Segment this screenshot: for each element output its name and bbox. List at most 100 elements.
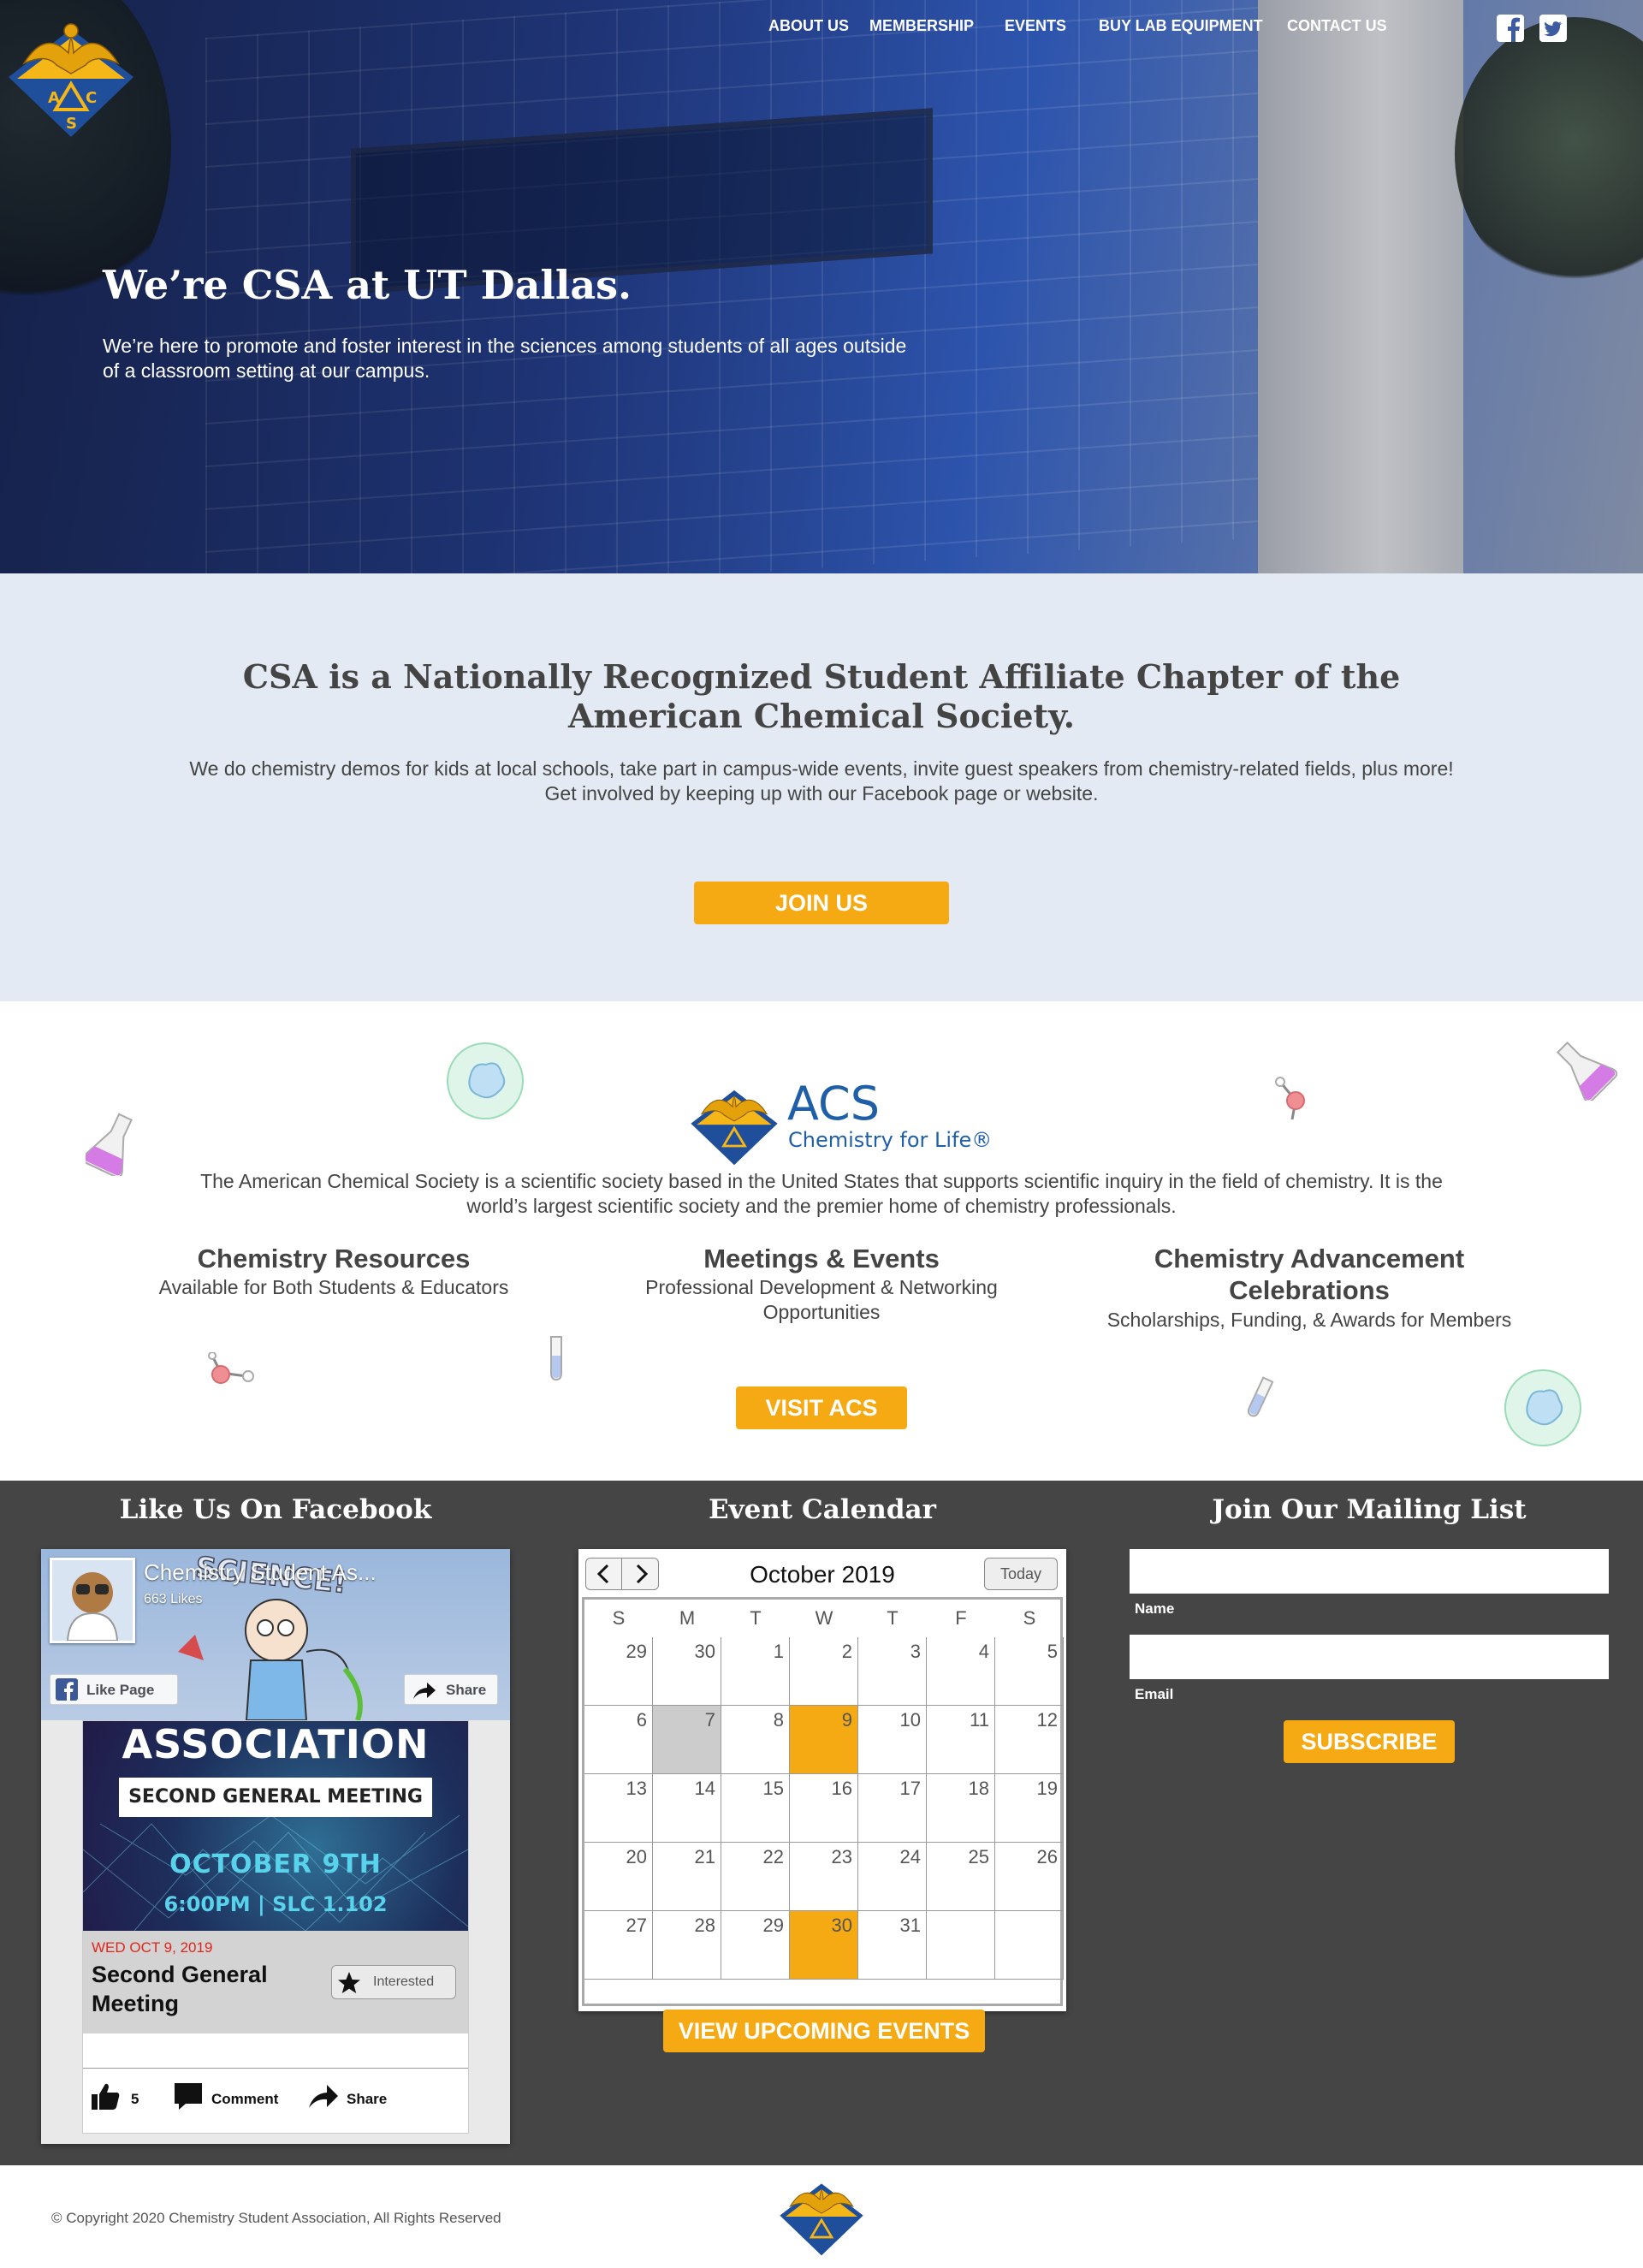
join-us-button[interactable]: JOIN US	[694, 882, 949, 924]
footer: © Copyright 2020 Chemistry Student Assoc…	[0, 2165, 1643, 2268]
facebook-post: ASSOCIATION SECOND GENERAL MEETING OCTOB…	[82, 1720, 469, 2134]
nav-membership[interactable]: MEMBERSHIP	[869, 17, 974, 35]
calendar-day[interactable]: 10	[858, 1706, 927, 1774]
calendar-month: October 2019	[750, 1561, 895, 1588]
test-tube-icon	[550, 1336, 562, 1381]
subscribe-button[interactable]: SUBSCRIBE	[1284, 1720, 1455, 1763]
facebook-page-likes: 663 Likes	[144, 1592, 203, 1606]
calendar-weekday: S	[612, 1607, 626, 1629]
calendar-weekday: T	[887, 1607, 899, 1629]
calendar-day[interactable]: 29	[721, 1911, 790, 1980]
calendar-day[interactable]: 1	[721, 1637, 790, 1706]
share-arrow-icon	[413, 1683, 436, 1699]
calendar-day[interactable]: 9	[790, 1706, 858, 1774]
facebook-icon	[56, 1678, 78, 1701]
prev-month-button[interactable]	[586, 1559, 622, 1589]
facebook-link[interactable]	[1496, 14, 1525, 43]
share-arrow-icon	[309, 2085, 338, 2108]
view-upcoming-events-button[interactable]: VIEW UPCOMING EVENTS	[663, 2010, 985, 2052]
calendar-empty-cell	[927, 1911, 995, 1980]
chevron-left-icon	[596, 1564, 609, 1584]
acs-eagle-emblem-icon	[780, 2183, 863, 2256]
acs-tagline: Chemistry for Life®	[788, 1128, 993, 1152]
calendar-day[interactable]: 19	[995, 1774, 1064, 1843]
acs-eagle-emblem-icon: A C S	[9, 23, 133, 137]
share-page-label: Share	[446, 1682, 487, 1698]
calendar-day[interactable]: 26	[995, 1843, 1064, 1911]
molecule-icon	[1275, 1077, 1305, 1120]
flask-icon	[1556, 1041, 1617, 1101]
calendar-day[interactable]: 4	[927, 1637, 995, 1706]
calendar-heading: Event Calendar	[709, 1494, 936, 1525]
calendar-grid: S M T W T F S 29 30 1 2 3 4 5 6 7 8 9 10 11 12 13 14 15 16 17 18 19…	[582, 1597, 1064, 2006]
event-image-time: 6:00PM | SLC 1.102	[163, 1892, 388, 1916]
molecule-icon	[208, 1352, 254, 1384]
event-image-date: OCTOBER 9TH	[169, 1849, 382, 1879]
calendar-day[interactable]: 3	[858, 1637, 927, 1706]
post-actions: 5 Comment Share	[83, 2068, 468, 2128]
nav-buy-lab-equipment[interactable]: BUY LAB EQUIPMENT	[1099, 17, 1263, 35]
twitter-icon	[1539, 15, 1567, 42]
facebook-widget: SCIENCE! Chemistry Student As... 663 Lik…	[41, 1549, 510, 2144]
facebook-page-avatar[interactable]	[50, 1558, 135, 1643]
calendar-day[interactable]: 20	[584, 1843, 653, 1911]
interested-button[interactable]: Interested	[331, 1965, 456, 1999]
calendar-day[interactable]: 16	[790, 1774, 858, 1843]
calendar-day[interactable]: 6	[584, 1706, 653, 1774]
calendar-day[interactable]: 31	[858, 1911, 927, 1980]
nav-contact-us[interactable]: CONTACT US	[1287, 17, 1387, 35]
calendar-day[interactable]: 14	[653, 1774, 721, 1843]
event-name[interactable]: Second General Meeting	[92, 1960, 314, 2018]
calendar-day[interactable]: 29	[584, 1637, 653, 1706]
calendar-day[interactable]: 17	[858, 1774, 927, 1843]
calendar-weekday: S	[1023, 1607, 1036, 1629]
calendar-day[interactable]: 30	[790, 1911, 858, 1980]
like-count: 5	[131, 2091, 139, 2107]
acs-section: ACS Chemistry for Life® The American Che…	[0, 1001, 1643, 1481]
facebook-page-name[interactable]: Chemistry Student As...	[144, 1559, 377, 1586]
calendar-day[interactable]: 27	[584, 1911, 653, 1980]
hero-title: We’re CSA at UT Dallas.	[103, 262, 632, 308]
flask-icon	[86, 1113, 133, 1176]
email-input[interactable]	[1130, 1635, 1609, 1679]
name-input[interactable]	[1130, 1549, 1609, 1594]
calendar-day[interactable]: 15	[721, 1774, 790, 1843]
calendar-day[interactable]: 23	[790, 1843, 858, 1911]
footer-logo[interactable]	[779, 2172, 864, 2258]
calendar-day[interactable]: 28	[653, 1911, 721, 1980]
twitter-link[interactable]	[1539, 14, 1568, 43]
like-page-button[interactable]: Like Page	[50, 1674, 178, 1705]
calendar-day[interactable]: 11	[927, 1706, 995, 1774]
nav-about-us[interactable]: ABOUT US	[768, 17, 849, 35]
calendar-day[interactable]: 13	[584, 1774, 653, 1843]
site-logo[interactable]: A C S	[7, 12, 135, 140]
calendar-day[interactable]: 24	[858, 1843, 927, 1911]
calendar-day[interactable]: 30	[653, 1637, 721, 1706]
calendar-day[interactable]: 12	[995, 1706, 1064, 1774]
calendar-day[interactable]: 2	[790, 1637, 858, 1706]
nav-events[interactable]: EVENTS	[1005, 17, 1066, 35]
event-image[interactable]: ASSOCIATION SECOND GENERAL MEETING OCTOB…	[83, 1721, 468, 1931]
calendar-day[interactable]: 21	[653, 1843, 721, 1911]
calendar-day[interactable]: 18	[927, 1774, 995, 1843]
calendar-nav	[585, 1558, 659, 1590]
interested-label: Interested	[373, 1974, 435, 1989]
petri-dish-icon	[1504, 1369, 1581, 1446]
visit-acs-button[interactable]: VISIT ACS	[736, 1386, 907, 1429]
calendar-day[interactable]: 8	[721, 1706, 790, 1774]
calendar-day[interactable]: 22	[721, 1843, 790, 1911]
event-calendar: October 2019 Today S M T W T F S 29 30 1 2 3 4 5 6 7 8 9 1…	[578, 1549, 1066, 2011]
comment-icon	[175, 2083, 202, 2110]
calendar-today-button[interactable]: Today	[984, 1558, 1058, 1590]
mailing-heading: Join Our Mailing List	[1212, 1494, 1527, 1525]
calendar-day[interactable]: 5	[995, 1637, 1064, 1706]
chemistry-resources-subtitle: Available for Both Students & Educators	[158, 1276, 509, 1298]
calendar-day[interactable]: 7	[653, 1706, 721, 1774]
acs-logo-emblem-icon	[691, 1089, 778, 1166]
calendar-day[interactable]: 25	[927, 1843, 995, 1911]
next-month-button[interactable]	[623, 1559, 659, 1589]
about-text: We do chemistry demos for kids at local …	[189, 757, 1454, 804]
meetings-events-subtitle: Professional Development & Networking Op…	[645, 1276, 998, 1323]
share-page-button[interactable]: Share	[404, 1674, 498, 1705]
chevron-right-icon	[636, 1564, 649, 1584]
